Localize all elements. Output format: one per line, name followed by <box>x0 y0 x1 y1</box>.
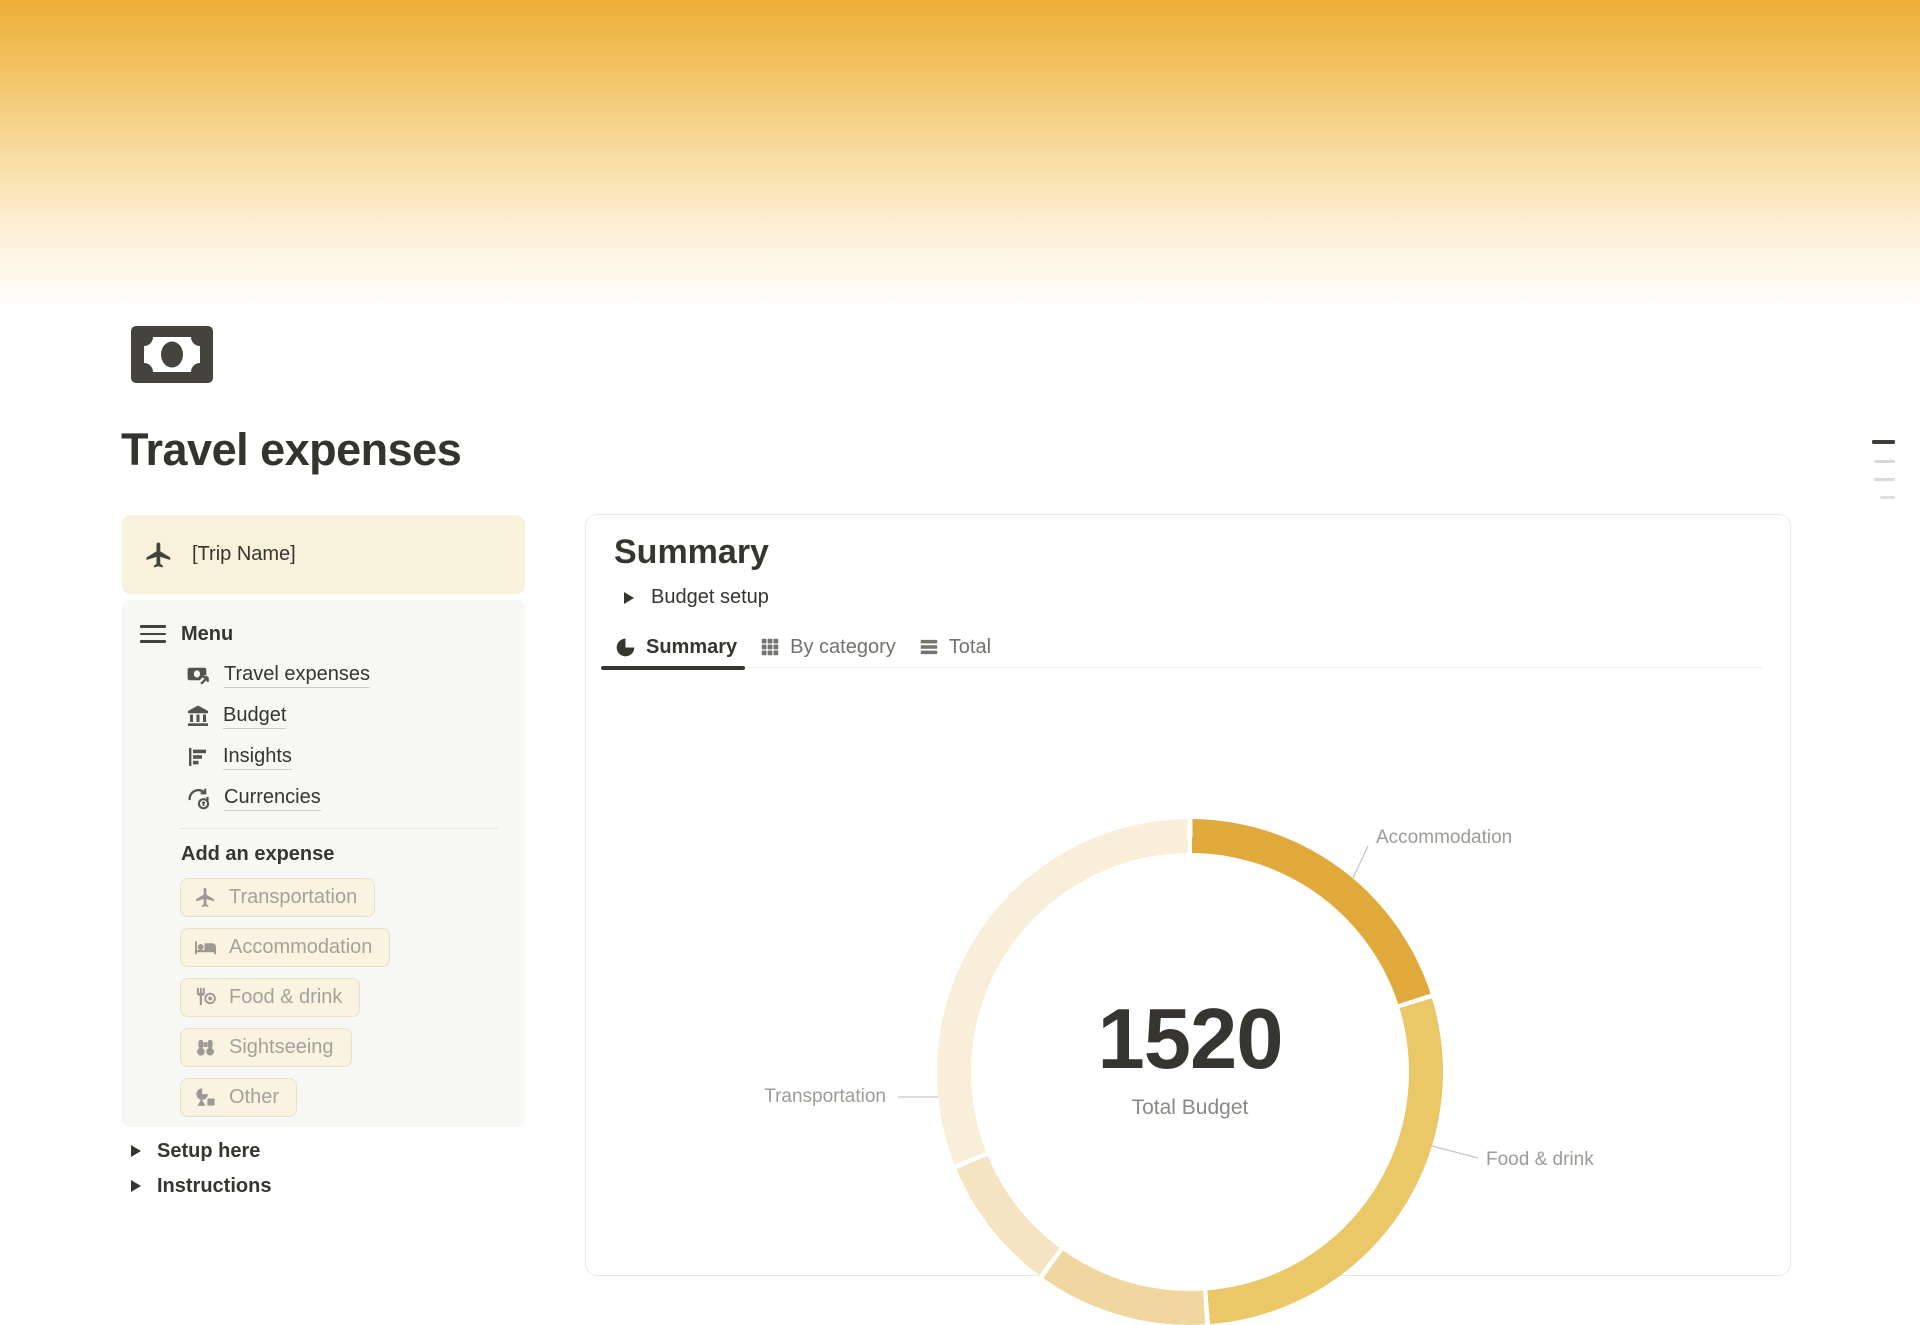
menu-link-travel-expenses[interactable]: Travel expenses <box>186 663 525 687</box>
tab-label: Summary <box>646 636 737 659</box>
outline-indicator[interactable] <box>1872 440 1895 499</box>
outline-bar[interactable] <box>1874 460 1895 463</box>
outline-bar[interactable] <box>1872 440 1895 444</box>
airplane-icon <box>144 540 174 570</box>
toggle-setup-here[interactable]: Setup here <box>131 1137 260 1165</box>
trip-name-text: [Trip Name] <box>192 543 296 566</box>
page-cover-gradient <box>0 0 1920 312</box>
donut-hole: 1520 Total Budget <box>971 853 1409 1291</box>
add-sightseeing-button[interactable]: Sightseeing <box>180 1028 352 1067</box>
menu-panel: Menu Travel expenses Budget <box>122 600 525 1127</box>
add-accommodation-button[interactable]: Accommodation <box>180 928 390 967</box>
menu-link-budget[interactable]: Budget <box>186 704 525 728</box>
divider <box>180 828 498 829</box>
add-other-button[interactable]: Other <box>180 1078 297 1117</box>
bed-icon <box>194 936 217 959</box>
toggle-budget-setup[interactable]: Budget setup <box>624 586 769 609</box>
menu-link-label: Currencies <box>224 786 321 811</box>
toggle-label: Setup here <box>157 1140 260 1163</box>
menu-link-label: Travel expenses <box>224 663 370 688</box>
tab-summary[interactable]: Summary <box>614 627 737 667</box>
expense-button-label: Accommodation <box>229 936 372 959</box>
rows-icon <box>918 636 940 658</box>
menu-link-label: Budget <box>223 704 286 729</box>
add-transportation-button[interactable]: Transportation <box>180 878 375 917</box>
add-food-drink-button[interactable]: Food & drink <box>180 978 360 1017</box>
summary-card-title: Summary <box>614 533 769 572</box>
toggle-instructions[interactable]: Instructions <box>131 1172 271 1200</box>
menu-title: Menu <box>181 623 233 646</box>
shapes-icon <box>194 1086 217 1109</box>
currency-exchange-icon <box>186 786 211 811</box>
segment-label-accommodation: Accommodation <box>1376 827 1512 849</box>
bank-icon <box>186 704 210 728</box>
segment-label-food-drink: Food & drink <box>1486 1149 1594 1171</box>
outline-bar[interactable] <box>1880 496 1895 499</box>
banknote-icon[interactable] <box>131 326 213 383</box>
expense-button-label: Sightseeing <box>229 1036 334 1059</box>
toggle-label: Instructions <box>157 1175 271 1198</box>
toggle-triangle-icon <box>131 1145 141 1157</box>
pie-chart-icon <box>614 636 637 659</box>
menu-link-insights[interactable]: Insights <box>186 745 525 769</box>
segment-label-transportation: Transportation <box>750 1086 886 1108</box>
expense-button-label: Food & drink <box>229 986 342 1009</box>
menu-header: Menu <box>140 622 525 646</box>
add-expense-title: Add an expense <box>181 843 525 867</box>
food-icon <box>194 986 217 1009</box>
tab-label: Total <box>949 636 991 659</box>
expense-button-label: Other <box>229 1086 279 1109</box>
toggle-triangle-icon <box>624 592 634 604</box>
view-tabs: Summary By category Total <box>614 627 1762 668</box>
page-title[interactable]: Travel expenses <box>121 424 461 476</box>
total-budget-label: Total Budget <box>1132 1096 1249 1120</box>
menu-link-label: Insights <box>223 745 292 770</box>
donut-chart: 1520 Total Budget <box>937 819 1443 1325</box>
airplane-icon <box>194 886 217 909</box>
tab-total[interactable]: Total <box>918 627 991 667</box>
toggle-triangle-icon <box>131 1180 141 1192</box>
total-budget-value: 1520 <box>1097 997 1282 1082</box>
toggle-label: Budget setup <box>651 586 769 609</box>
grid-icon <box>759 636 781 658</box>
summary-card: Summary Budget setup Summary By category <box>585 514 1791 1276</box>
tab-by-category[interactable]: By category <box>759 627 896 667</box>
trip-name-callout[interactable]: [Trip Name] <box>122 515 525 594</box>
hamburger-icon <box>140 625 166 643</box>
menu-link-currencies[interactable]: Currencies <box>186 786 525 810</box>
outline-bar[interactable] <box>1874 478 1895 481</box>
tab-label: By category <box>790 636 896 659</box>
binoculars-icon <box>194 1036 217 1059</box>
banknote-link-icon <box>186 663 211 688</box>
bar-chart-icon <box>186 745 210 769</box>
expense-button-label: Transportation <box>229 886 357 909</box>
